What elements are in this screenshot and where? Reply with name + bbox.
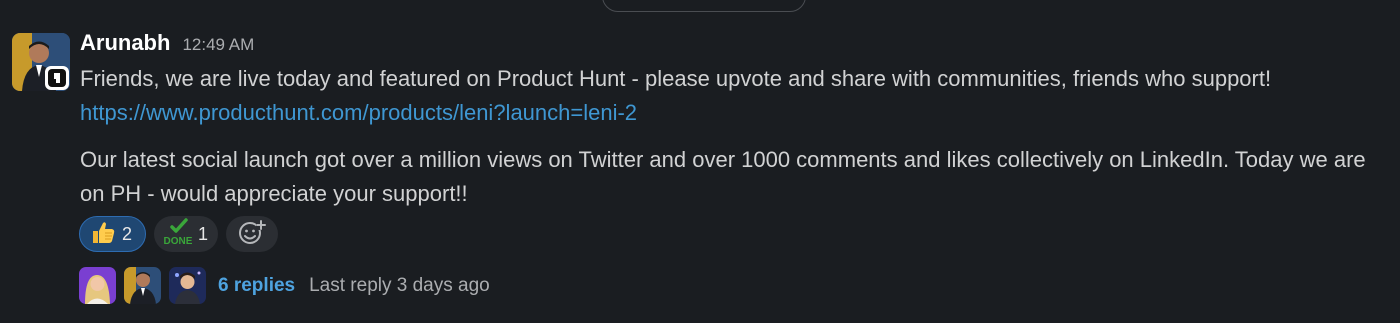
reaction-thumbs-up[interactable]: 2 [79,216,146,252]
add-reaction-button[interactable] [226,216,278,252]
avatar [79,267,116,304]
avatar [124,267,161,304]
reaction-done[interactable]: DONE 1 [154,216,218,252]
author-name[interactable]: Arunabh [80,30,170,56]
done-icon-text: DONE [164,236,192,246]
product-hunt-link[interactable]: https://www.producthunt.com/products/len… [80,96,1390,130]
message-paragraph: Our latest social launch got over a mill… [80,147,1366,206]
replies-link[interactable]: 6 replies [218,275,295,297]
reaction-count: 1 [198,223,209,244]
avatar[interactable] [12,33,70,91]
add-emoji-icon [238,218,266,251]
thumbs-up-icon [90,219,116,250]
message-header: Arunabh 12:49 AM [80,30,254,56]
timestamp[interactable]: 12:49 AM [182,35,254,55]
reaction-count: 2 [122,223,133,244]
done-icon: DONE [164,217,193,251]
avatar [169,267,206,304]
message-text: Friends, we are live today and featured … [80,66,1272,91]
last-reply-text: Last reply 3 days ago [309,274,490,296]
thread-summary[interactable]: 6 replies Last reply 3 days ago [79,267,490,304]
reactions-bar: 2 DONE 1 [79,216,278,252]
message: Arunabh 12:49 AM Friends, we are live to… [0,0,1400,323]
